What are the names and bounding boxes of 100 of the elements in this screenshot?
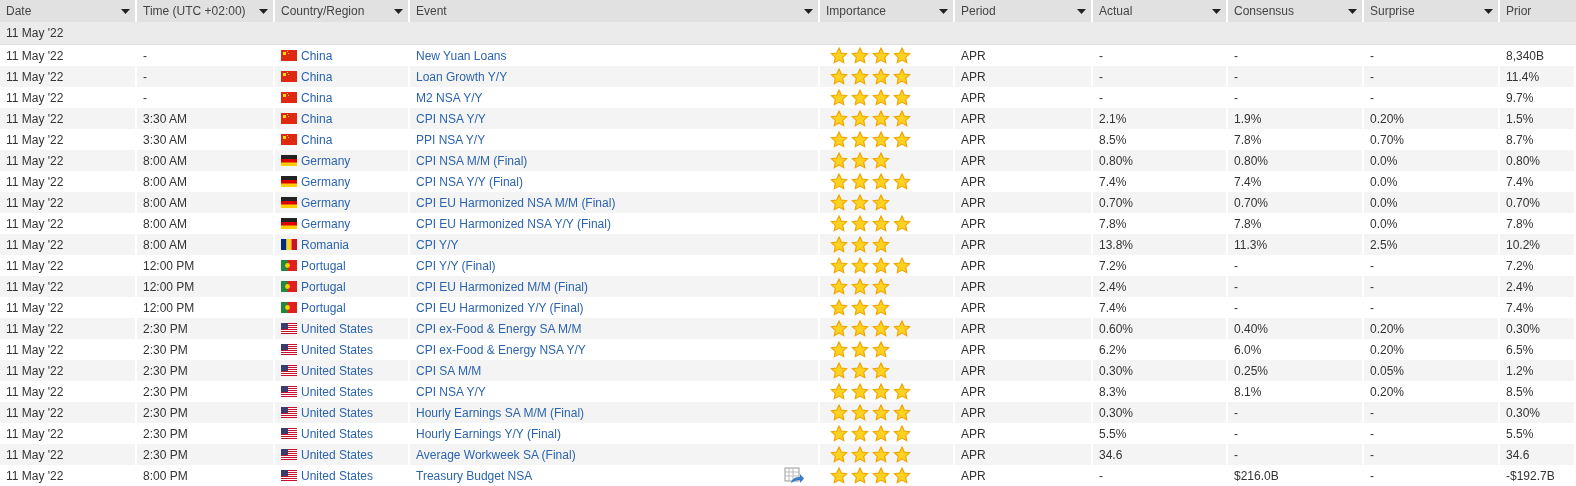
country-link[interactable]: China xyxy=(301,132,333,147)
country-link[interactable]: United States xyxy=(301,384,374,399)
dropdown-icon[interactable] xyxy=(1077,8,1086,14)
star-icon xyxy=(851,194,869,211)
star-icon xyxy=(851,131,869,148)
table-cell: - xyxy=(1228,444,1364,465)
column-header[interactable]: Time (UTC +02:00) xyxy=(137,0,273,22)
event-link[interactable]: Hourly Earnings SA M/M (Final) xyxy=(416,405,585,420)
flag-icon xyxy=(281,428,297,439)
dropdown-icon[interactable] xyxy=(121,8,130,14)
country-link[interactable]: China xyxy=(301,111,333,126)
event-link[interactable]: PPI NSA Y/Y xyxy=(416,132,486,147)
column-header[interactable]: Country/Region xyxy=(275,0,408,22)
column-header[interactable]: Actual xyxy=(1093,0,1226,22)
column-header[interactable]: Event xyxy=(410,0,818,22)
table-cell: 11 May '22 xyxy=(0,444,137,465)
event-link[interactable]: CPI ex-Food & Energy SA M/M xyxy=(416,321,582,336)
country-link[interactable]: Germany xyxy=(301,216,351,231)
country-link[interactable]: Germany xyxy=(301,153,351,168)
table-cell: 12:00 PM xyxy=(137,276,275,297)
star-icon xyxy=(851,425,869,442)
dropdown-icon[interactable] xyxy=(804,8,813,14)
column-header[interactable]: Consensus xyxy=(1228,0,1362,22)
country-link[interactable]: United States xyxy=(301,447,374,462)
country-link[interactable]: United States xyxy=(301,426,374,441)
flag-icon xyxy=(281,71,297,82)
table-cell: 13.8% xyxy=(1093,234,1228,255)
star-icon xyxy=(851,320,869,337)
country-link[interactable]: Portugal xyxy=(301,258,346,273)
flag-icon xyxy=(281,344,297,355)
dropdown-icon[interactable] xyxy=(259,8,268,14)
table-cell: - xyxy=(137,66,275,87)
table-cell: 11 May '22 xyxy=(0,108,137,129)
event-link[interactable]: CPI ex-Food & Energy NSA Y/Y xyxy=(416,342,586,357)
flag-icon xyxy=(281,239,297,250)
event-link[interactable]: CPI EU Harmonized M/M (Final) xyxy=(416,279,589,294)
table-cell: $216.0B xyxy=(1228,465,1364,486)
country-link[interactable]: United States xyxy=(301,405,374,420)
table-cell: APR xyxy=(955,108,1093,129)
column-header[interactable]: Prior xyxy=(1500,0,1576,22)
star-icon xyxy=(830,236,848,253)
country-link[interactable]: United States xyxy=(301,468,374,483)
event-link[interactable]: Treasury Budget NSA xyxy=(416,468,533,483)
column-header[interactable]: Date xyxy=(0,0,135,22)
event-link[interactable]: CPI Y/Y xyxy=(416,237,459,252)
country-link[interactable]: China xyxy=(301,90,333,105)
table-cell: 0.80% xyxy=(1500,150,1576,171)
event-link[interactable]: CPI SA M/M xyxy=(416,363,482,378)
event-link[interactable]: CPI Y/Y (Final) xyxy=(416,258,496,273)
star-icon xyxy=(893,320,911,337)
event-link[interactable]: CPI EU Harmonized NSA Y/Y (Final) xyxy=(416,216,611,231)
event-link[interactable]: CPI EU Harmonized NSA M/M (Final) xyxy=(416,195,616,210)
event-link[interactable]: M2 NSA Y/Y xyxy=(416,90,483,105)
column-header[interactable]: Importance xyxy=(820,0,953,22)
country-link[interactable]: United States xyxy=(301,363,374,378)
table-cell: 11.3% xyxy=(1228,234,1364,255)
dropdown-icon[interactable] xyxy=(1212,8,1221,14)
table-cell: 2.4% xyxy=(1500,276,1576,297)
calendar-export-icon[interactable] xyxy=(784,466,804,485)
event-link[interactable]: New Yuan Loans xyxy=(416,48,507,63)
country-link[interactable]: China xyxy=(301,48,333,63)
star-icon xyxy=(830,173,848,190)
country-link[interactable]: Romania xyxy=(301,237,350,252)
table-cell: 0.80% xyxy=(1093,150,1228,171)
country-link[interactable]: China xyxy=(301,69,333,84)
dropdown-icon[interactable] xyxy=(939,8,948,14)
country-link[interactable]: Portugal xyxy=(301,300,346,315)
event-link[interactable]: CPI NSA Y/Y xyxy=(416,384,486,399)
star-icon xyxy=(830,47,848,64)
flag-icon xyxy=(281,155,297,166)
country-link[interactable]: United States xyxy=(301,342,374,357)
event-link[interactable]: Loan Growth Y/Y xyxy=(416,69,508,84)
country-link[interactable]: Germany xyxy=(301,195,351,210)
star-icon xyxy=(893,89,911,106)
event-link[interactable]: CPI NSA Y/Y xyxy=(416,111,486,126)
star-icon xyxy=(851,257,869,274)
dropdown-icon[interactable] xyxy=(1484,8,1493,14)
star-icon xyxy=(872,446,890,463)
star-icon xyxy=(872,194,890,211)
flag-icon xyxy=(281,50,297,61)
star-icon xyxy=(830,404,848,421)
star-icon xyxy=(830,341,848,358)
country-link[interactable]: United States xyxy=(301,321,374,336)
star-icon xyxy=(830,362,848,379)
table-cell: 0.80% xyxy=(1228,150,1364,171)
star-icon xyxy=(830,278,848,295)
dropdown-icon[interactable] xyxy=(394,8,403,14)
column-header[interactable]: Period xyxy=(955,0,1091,22)
event-link[interactable]: CPI NSA Y/Y (Final) xyxy=(416,174,523,189)
star-icon xyxy=(872,215,890,232)
event-link[interactable]: CPI NSA M/M (Final) xyxy=(416,153,528,168)
table-cell: 34.6 xyxy=(1500,444,1576,465)
country-link[interactable]: Portugal xyxy=(301,279,346,294)
country-link[interactable]: Germany xyxy=(301,174,351,189)
dropdown-icon[interactable] xyxy=(1348,8,1357,14)
column-header[interactable]: Surprise xyxy=(1364,0,1498,22)
event-link[interactable]: Average Workweek SA (Final) xyxy=(416,447,576,462)
event-link[interactable]: Hourly Earnings Y/Y (Final) xyxy=(416,426,561,441)
star-icon xyxy=(893,173,911,190)
event-link[interactable]: CPI EU Harmonized Y/Y (Final) xyxy=(416,300,584,315)
